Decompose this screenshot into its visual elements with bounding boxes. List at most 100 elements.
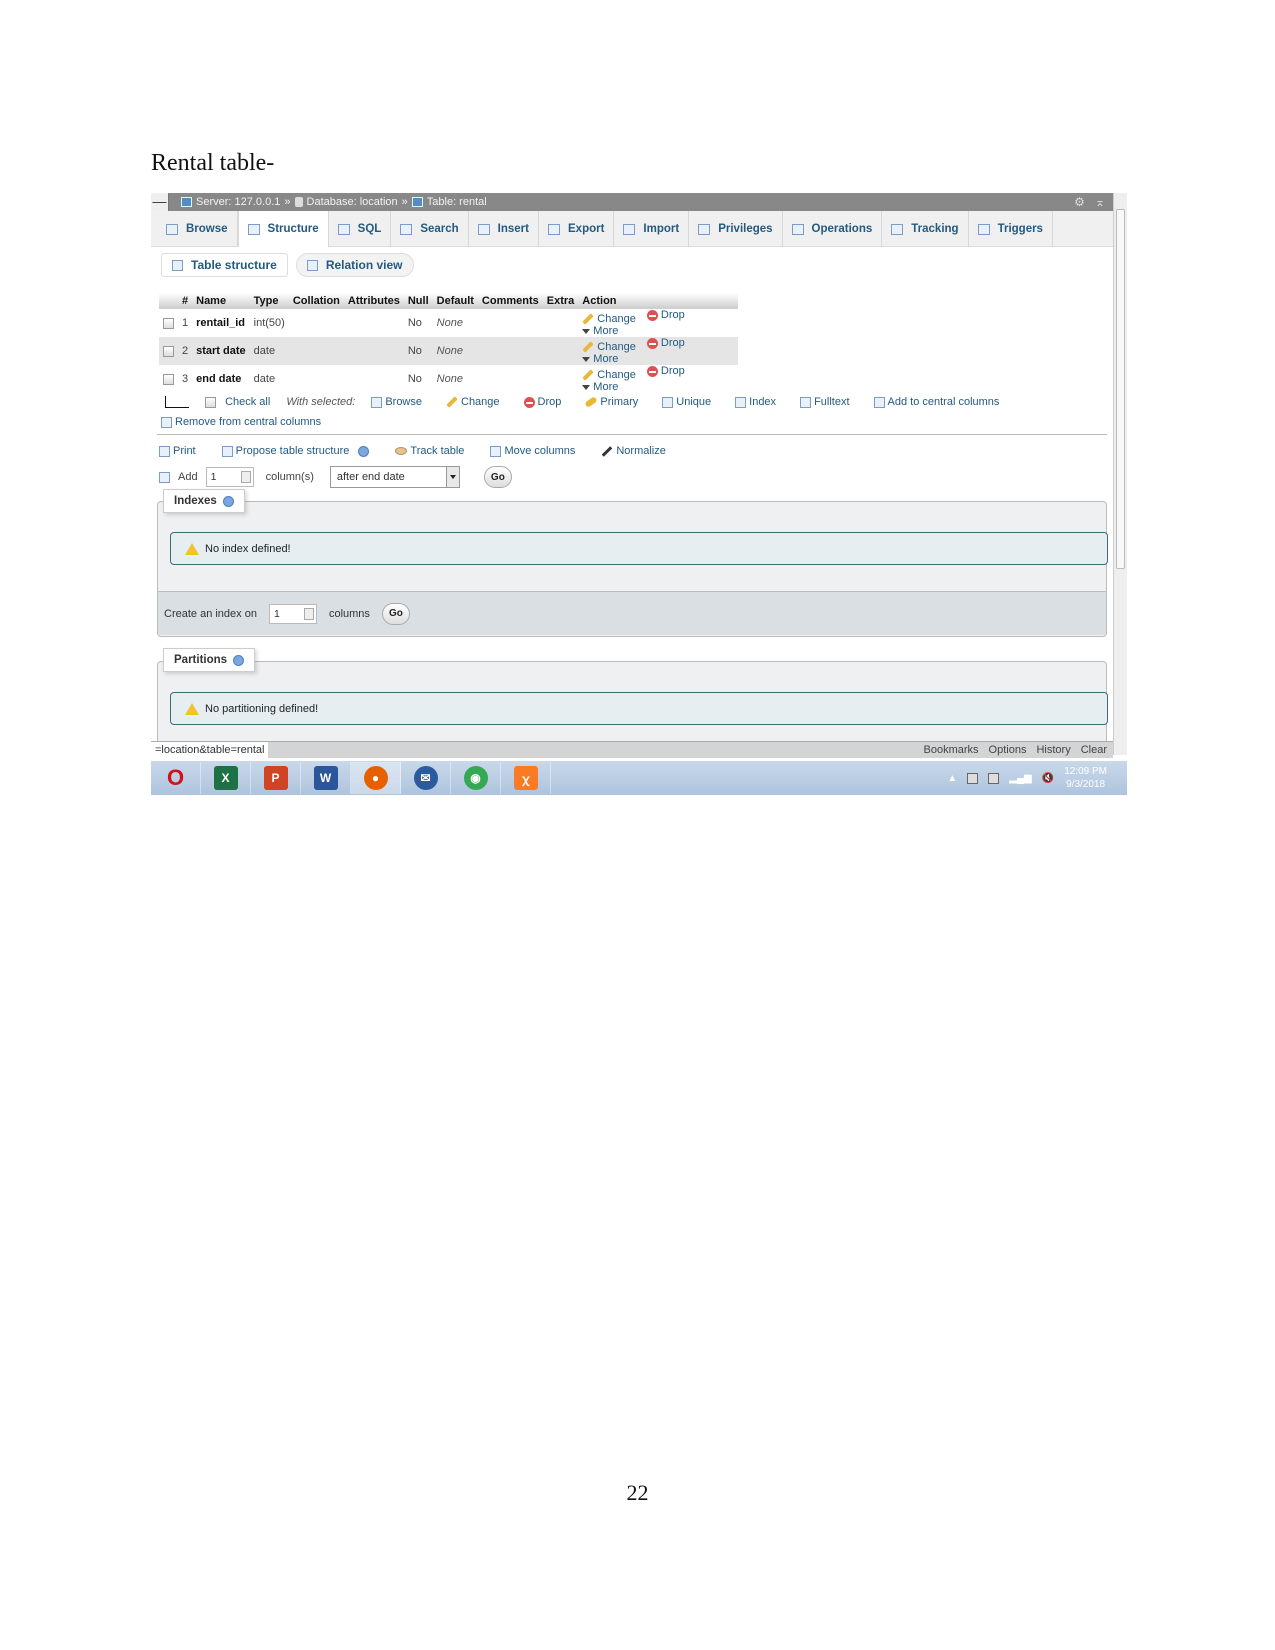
more-action[interactable]: More bbox=[582, 381, 618, 393]
col-name[interactable]: Name bbox=[192, 293, 250, 309]
tab-privileges[interactable]: Privileges bbox=[689, 211, 783, 247]
print-link[interactable]: Print bbox=[159, 445, 196, 457]
with-selected-label: With selected: bbox=[286, 396, 356, 408]
bulk-primary[interactable]: Primary bbox=[584, 396, 638, 408]
bulk-remove-central[interactable]: Remove from central columns bbox=[161, 416, 321, 428]
tab-tracking[interactable]: Tracking bbox=[882, 211, 969, 247]
col-collation[interactable]: Collation bbox=[288, 293, 344, 309]
row-checkbox[interactable] bbox=[163, 345, 174, 357]
subtab-relation-view[interactable]: Relation view bbox=[295, 253, 414, 277]
console-options[interactable]: Options bbox=[989, 744, 1027, 756]
volume-muted-icon[interactable]: 🔇 bbox=[1042, 773, 1054, 784]
vertical-scrollbar[interactable] bbox=[1113, 193, 1127, 755]
taskbar-thunderbird[interactable]: ✉ bbox=[401, 762, 451, 794]
eye-icon bbox=[891, 223, 904, 235]
scrollbar-thumb[interactable] bbox=[1116, 209, 1125, 569]
bulk-add-central[interactable]: Add to central columns bbox=[873, 396, 999, 408]
drop-action[interactable]: Drop bbox=[646, 309, 685, 321]
tab-search[interactable]: Search bbox=[391, 211, 469, 247]
more-action[interactable]: More bbox=[582, 353, 618, 365]
drop-action[interactable]: Drop bbox=[646, 337, 685, 349]
action-center-flag-icon[interactable] bbox=[967, 772, 979, 784]
position-select[interactable]: after end date bbox=[329, 466, 460, 488]
col-default[interactable]: Default bbox=[432, 293, 478, 309]
collapse-button[interactable]: — bbox=[151, 193, 169, 211]
thunderbird-icon: ✉ bbox=[413, 766, 438, 790]
change-action[interactable]: Change bbox=[582, 313, 636, 325]
stepper-arrows-icon[interactable] bbox=[240, 471, 251, 483]
change-action[interactable]: Change bbox=[582, 341, 636, 353]
stepper-arrows-icon[interactable] bbox=[303, 607, 314, 620]
taskbar-excel[interactable]: X bbox=[201, 762, 251, 794]
col-comments[interactable]: Comments bbox=[477, 293, 543, 309]
tab-export[interactable]: Export bbox=[539, 211, 615, 247]
tab-label: Tracking bbox=[911, 223, 959, 235]
col-null[interactable]: Null bbox=[403, 293, 433, 309]
cell-actions: Change Drop More bbox=[578, 365, 738, 393]
tab-operations[interactable]: Operations bbox=[783, 211, 883, 247]
breadcrumb-server[interactable]: Server: 127.0.0.1 bbox=[196, 196, 280, 208]
add-columns-go-button[interactable]: Go bbox=[483, 466, 512, 488]
col-type[interactable]: Type bbox=[249, 293, 289, 309]
col-extra[interactable]: Extra bbox=[542, 293, 579, 309]
tab-browse[interactable]: Browse bbox=[157, 211, 238, 247]
taskbar-firefox[interactable]: ● bbox=[351, 762, 401, 794]
drop-action[interactable]: Drop bbox=[646, 365, 685, 377]
bulk-index[interactable]: Index bbox=[735, 396, 776, 408]
tab-sql[interactable]: SQL bbox=[329, 211, 392, 247]
taskbar-powerpoint[interactable]: P bbox=[251, 762, 301, 794]
change-action[interactable]: Change bbox=[582, 369, 636, 381]
taskbar-opera[interactable]: O bbox=[151, 762, 201, 794]
index-columns-stepper[interactable]: 1 bbox=[268, 603, 317, 624]
check-all-checkbox[interactable] bbox=[205, 396, 216, 408]
bulk-drop[interactable]: Drop bbox=[523, 396, 561, 408]
breadcrumb-database[interactable]: Database: location bbox=[307, 196, 398, 208]
row-checkbox[interactable] bbox=[163, 373, 174, 385]
help-icon[interactable] bbox=[222, 495, 234, 507]
track-table-link[interactable]: Track table bbox=[395, 445, 464, 457]
col-number[interactable]: # bbox=[178, 293, 193, 309]
normalize-link[interactable]: Normalize bbox=[601, 445, 666, 457]
tab-import[interactable]: Import bbox=[614, 211, 690, 247]
move-columns-link[interactable]: Move columns bbox=[490, 445, 575, 457]
bulk-change[interactable]: Change bbox=[446, 396, 500, 408]
cell-null: No bbox=[403, 337, 433, 365]
breadcrumb-table[interactable]: Table: rental bbox=[427, 196, 487, 208]
clipboard-icon[interactable] bbox=[988, 772, 1000, 784]
key-icon bbox=[584, 396, 599, 408]
cell-name: end date bbox=[196, 373, 242, 385]
tab-structure[interactable]: Structure bbox=[237, 211, 329, 247]
cell-actions: Change Drop More bbox=[578, 337, 739, 365]
bulk-unique[interactable]: Unique bbox=[662, 396, 711, 408]
clock[interactable]: 12:09 PM 9/3/2018 bbox=[1064, 765, 1107, 791]
subtab-table-structure[interactable]: Table structure bbox=[161, 253, 288, 277]
help-icon[interactable] bbox=[233, 654, 245, 666]
row-checkbox[interactable] bbox=[163, 317, 174, 329]
bulk-fulltext[interactable]: Fulltext bbox=[800, 396, 850, 408]
gear-icon[interactable]: ⚙ bbox=[1074, 195, 1085, 209]
help-icon[interactable] bbox=[358, 445, 370, 457]
taskbar-chrome[interactable]: ◉ bbox=[451, 762, 501, 794]
col-attributes[interactable]: Attributes bbox=[343, 293, 404, 309]
console-clear[interactable]: Clear bbox=[1081, 744, 1107, 756]
console-bookmarks[interactable]: Bookmarks bbox=[924, 744, 979, 756]
tab-label: Triggers bbox=[997, 223, 1043, 235]
propose-structure-link[interactable]: Propose table structure bbox=[221, 445, 370, 457]
col-checkbox bbox=[159, 293, 178, 309]
console-history[interactable]: History bbox=[1036, 744, 1070, 756]
tab-insert[interactable]: Insert bbox=[469, 211, 539, 247]
bulk-browse[interactable]: Browse bbox=[371, 396, 422, 408]
check-all[interactable]: Check all bbox=[205, 396, 270, 408]
taskbar-word[interactable]: W bbox=[301, 762, 351, 794]
collapse-up-icon[interactable]: ⌅ bbox=[1095, 195, 1105, 209]
cell-type: date bbox=[249, 337, 289, 365]
tab-label: Operations bbox=[811, 223, 873, 235]
show-hidden-icons[interactable]: ▲ bbox=[947, 773, 957, 784]
more-action[interactable]: More bbox=[582, 325, 618, 337]
create-index-go-button[interactable]: Go bbox=[381, 602, 410, 625]
column-count-stepper[interactable]: 1 bbox=[205, 467, 254, 487]
more-label: More bbox=[593, 381, 619, 393]
tab-triggers[interactable]: Triggers bbox=[969, 211, 1053, 247]
network-signal-icon[interactable]: ▂▄▆ bbox=[1009, 773, 1031, 784]
taskbar-xampp[interactable]: ꭓ bbox=[501, 762, 551, 794]
